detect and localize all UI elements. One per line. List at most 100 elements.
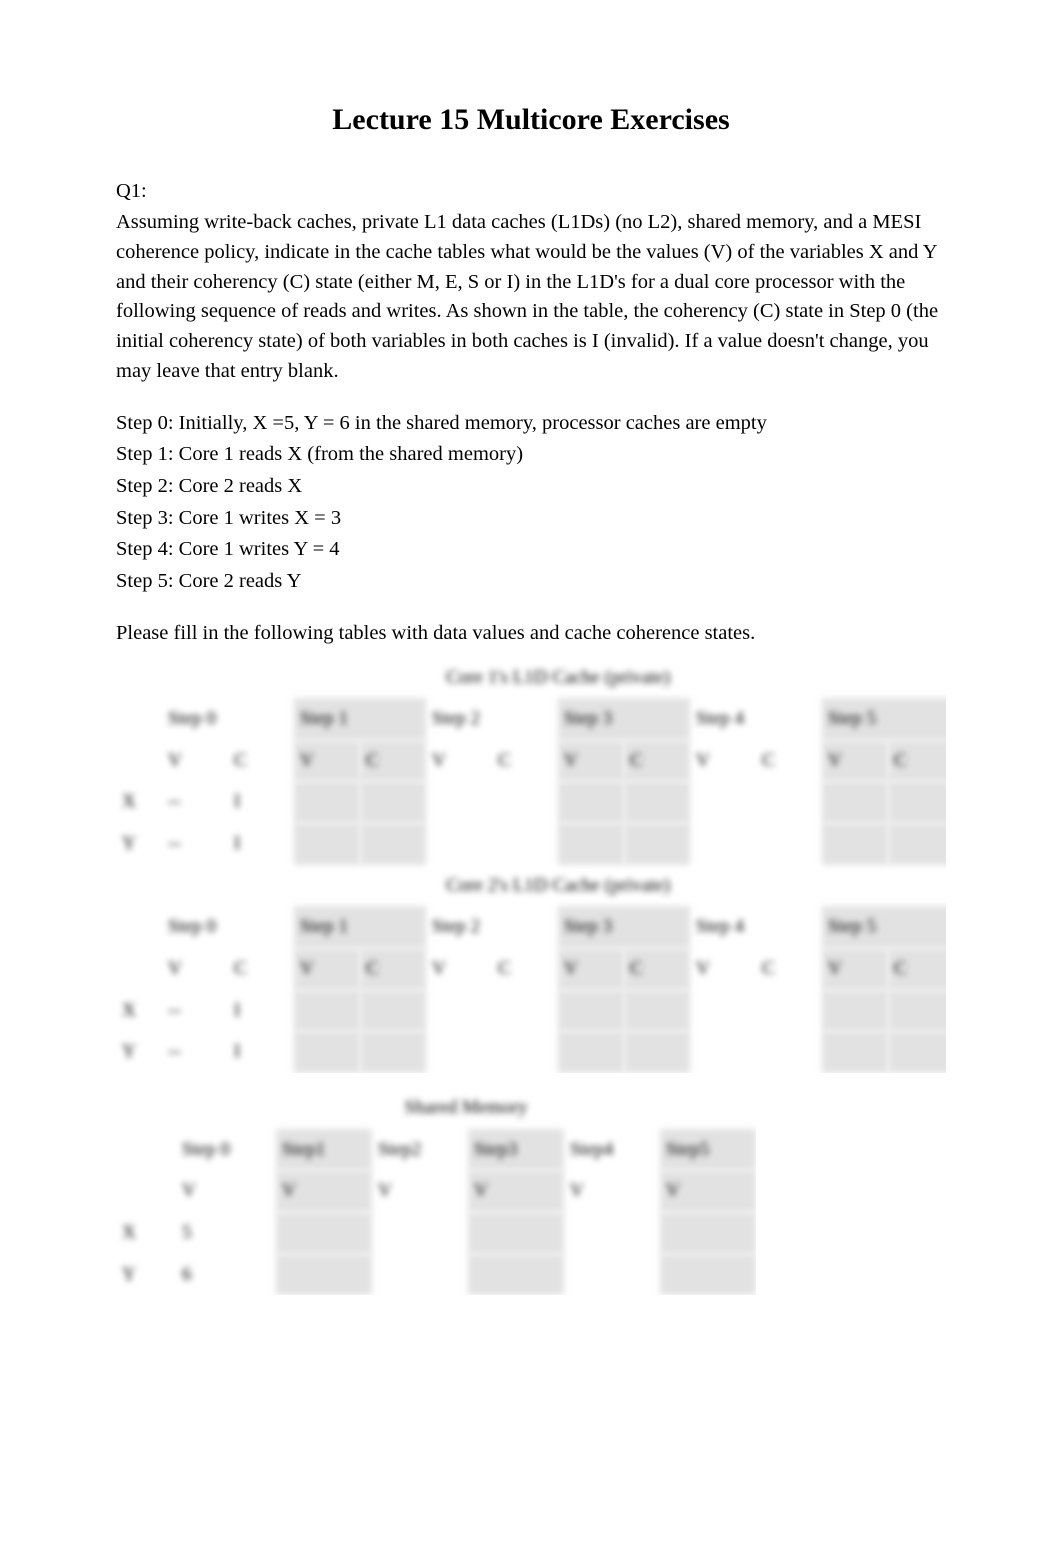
cell: -- (162, 781, 228, 823)
cell (624, 823, 690, 865)
cell (294, 1031, 360, 1073)
cell (660, 1254, 756, 1296)
cell: 5 (176, 1212, 276, 1254)
step-4-text: Step 4: Core 1 writes Y = 4 (116, 535, 946, 565)
cell (888, 781, 946, 823)
cell: -- (162, 990, 228, 1032)
cell (468, 1212, 564, 1254)
cell (294, 781, 360, 823)
core1-cache-table-wrap: Core 1's L1D Cache (private) Step 0 Step… (116, 657, 946, 1073)
table-row: X 5 (116, 1212, 756, 1254)
row-var: X (116, 781, 162, 823)
question-label: Q1: (116, 177, 946, 207)
step-0-text: Step 0: Initially, X =5, Y = 6 in the sh… (116, 409, 946, 439)
shared-memory-table: Shared Memory Step 0 Step1 Step2 Step3 S… (116, 1087, 756, 1295)
cell (276, 1212, 372, 1254)
step-header: Step 2 (426, 698, 558, 740)
c-header: C (624, 740, 690, 782)
step-header: Step 4 (690, 698, 822, 740)
cell (690, 990, 756, 1032)
table-vc-row: V C V C V C V C V C V C (116, 740, 946, 782)
v-header: V (468, 1170, 564, 1212)
c-header: C (888, 740, 946, 782)
cell (564, 1212, 660, 1254)
table-caption-row: Core 1's L1D Cache (private) (116, 657, 946, 699)
cell (360, 990, 426, 1032)
step-header: Step 0 (162, 906, 294, 948)
step-list: Step 0: Initially, X =5, Y = 6 in the sh… (116, 409, 946, 597)
c-header: C (492, 948, 558, 990)
row-var: Y (116, 1254, 176, 1296)
cell: -- (162, 1031, 228, 1073)
step-header: Step4 (564, 1129, 660, 1171)
cell (564, 1254, 660, 1296)
cell (468, 1254, 564, 1296)
table-row: Y -- I (116, 1031, 946, 1073)
cell (492, 781, 558, 823)
core1-caption: Core 1's L1D Cache (private) (162, 657, 946, 699)
cell (558, 823, 624, 865)
v-header: V (822, 740, 888, 782)
cell (822, 1031, 888, 1073)
row-var: Y (116, 1031, 162, 1073)
c-header: C (624, 948, 690, 990)
v-header: V (690, 948, 756, 990)
cell (690, 1031, 756, 1073)
shared-memory-table-wrap: Shared Memory Step 0 Step1 Step2 Step3 S… (116, 1087, 756, 1295)
cell (660, 1212, 756, 1254)
table-row: X -- I (116, 990, 946, 1032)
step-header: Step1 (276, 1129, 372, 1171)
cell (822, 990, 888, 1032)
v-header: V (294, 740, 360, 782)
cell (690, 823, 756, 865)
step-header: Step 5 (822, 698, 946, 740)
instruction-text: Please fill in the following tables with… (116, 619, 946, 649)
step-3-text: Step 3: Core 1 writes X = 3 (116, 504, 946, 534)
cell (360, 781, 426, 823)
cell: -- (162, 823, 228, 865)
cell (888, 990, 946, 1032)
cell (756, 781, 822, 823)
page: Lecture 15 Multicore Exercises Q1: Assum… (0, 0, 1062, 1495)
c-header: C (228, 948, 294, 990)
cell (822, 781, 888, 823)
step-header: Step 2 (426, 906, 558, 948)
step-header: Step 0 (162, 698, 294, 740)
step-header: Step 3 (558, 906, 690, 948)
cell (756, 823, 822, 865)
step-header: Step 3 (558, 698, 690, 740)
c-header: C (492, 740, 558, 782)
table-caption-row: Shared Memory (116, 1087, 756, 1129)
cell (888, 1031, 946, 1073)
step-header: Step 0 (176, 1129, 276, 1171)
cell (372, 1212, 468, 1254)
step-header: Step 1 (294, 906, 426, 948)
cell (492, 990, 558, 1032)
c-header: C (756, 740, 822, 782)
c-header: C (360, 948, 426, 990)
cell (624, 781, 690, 823)
v-header: V (294, 948, 360, 990)
row-var: Y (116, 823, 162, 865)
cell (294, 990, 360, 1032)
cell (276, 1254, 372, 1296)
v-header: V (162, 948, 228, 990)
table-caption-row: Core 2's L1D Cache (private) (116, 865, 946, 907)
core1-cache-table: Core 1's L1D Cache (private) Step 0 Step… (116, 657, 946, 865)
cell (558, 781, 624, 823)
c-header: C (360, 740, 426, 782)
table-steps-row: Step 0 Step 1 Step 2 Step 3 Step 4 Step … (116, 698, 946, 740)
question-intro: Assuming write-back caches, private L1 d… (116, 208, 946, 386)
cell: I (228, 823, 294, 865)
cell: I (228, 1031, 294, 1073)
v-header: V (176, 1170, 276, 1212)
v-header: V (558, 740, 624, 782)
cell (426, 990, 492, 1032)
step-2-text: Step 2: Core 2 reads X (116, 472, 946, 502)
cell (624, 990, 690, 1032)
v-header: V (276, 1170, 372, 1212)
row-var: X (116, 990, 162, 1032)
cell (492, 823, 558, 865)
cell: 6 (176, 1254, 276, 1296)
cell (756, 990, 822, 1032)
